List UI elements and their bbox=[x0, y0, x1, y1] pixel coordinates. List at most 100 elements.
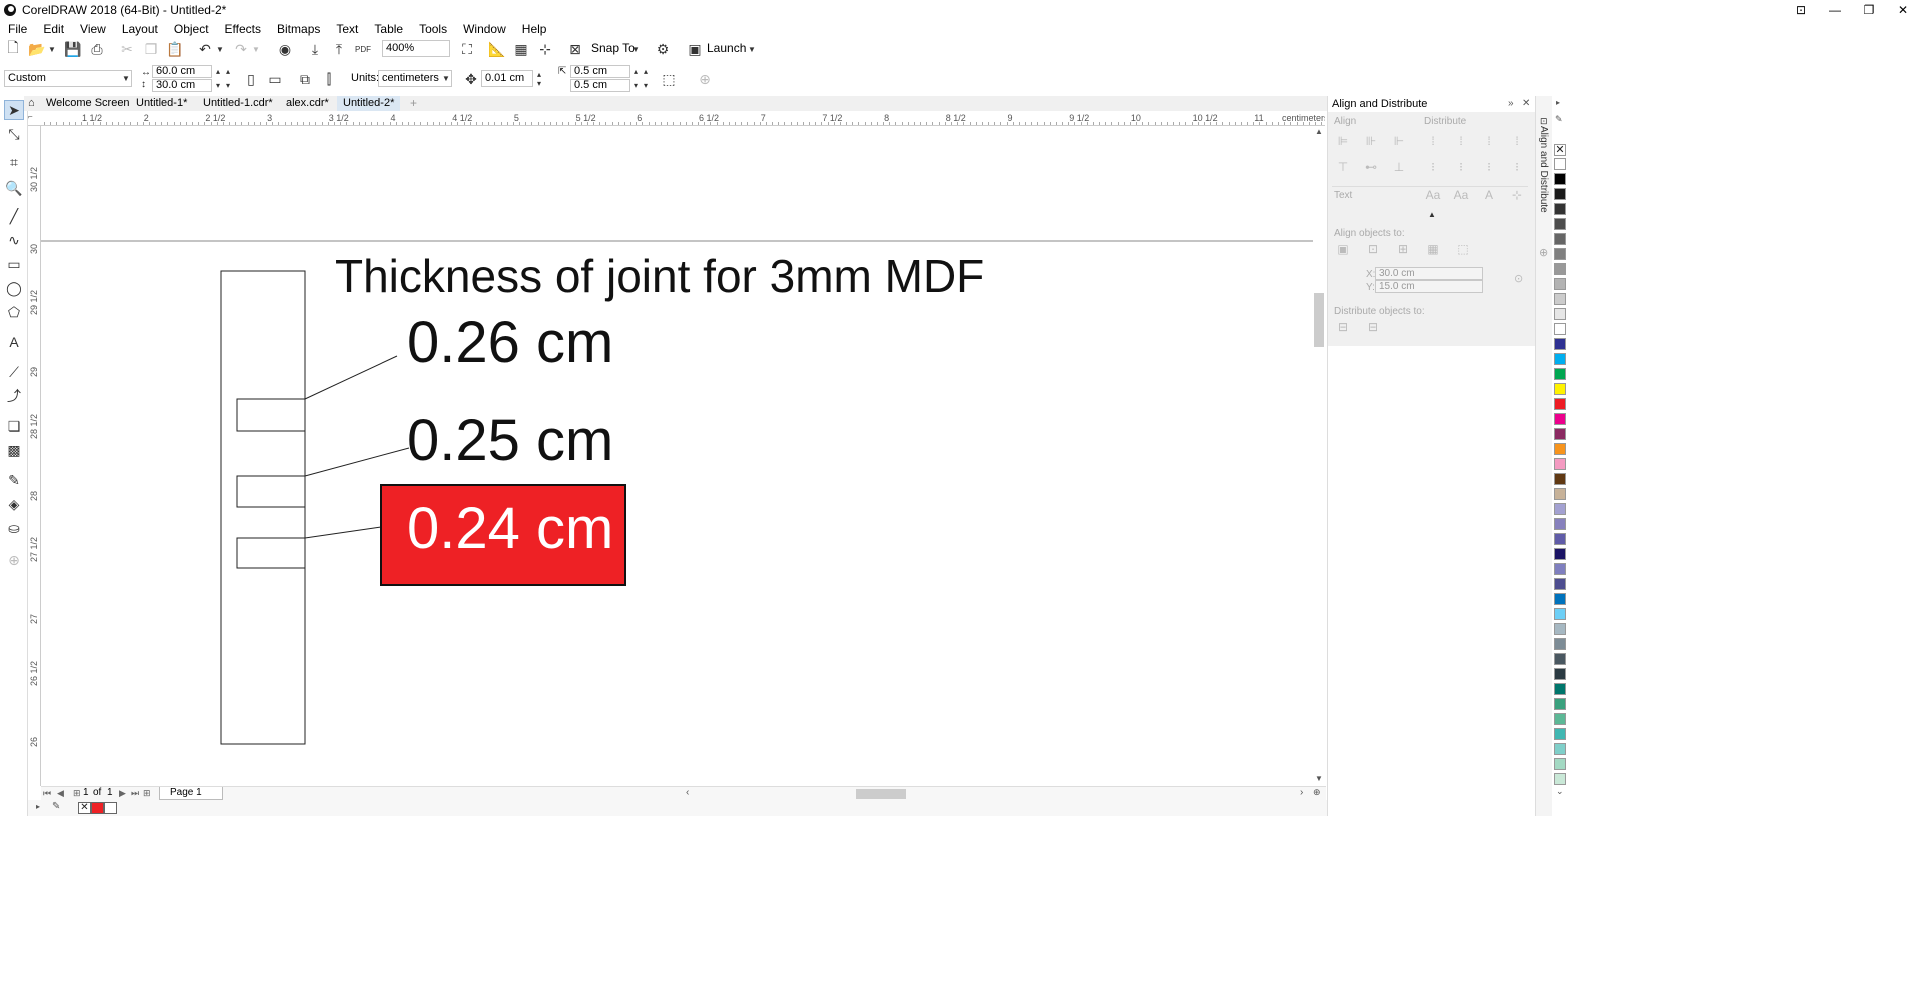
shape-tool-icon[interactable]: ⤡ bbox=[4, 124, 24, 144]
text-bounding-box-icon[interactable]: A bbox=[1480, 186, 1498, 204]
transparency-tool-icon[interactable]: ▩ bbox=[4, 440, 24, 460]
dimension-tool-icon[interactable]: ⟋ bbox=[4, 362, 24, 382]
menu-edit[interactable]: Edit bbox=[35, 22, 72, 36]
open-dropdown-icon[interactable]: ▼ bbox=[48, 44, 56, 54]
menu-help[interactable]: Help bbox=[514, 22, 555, 36]
print-icon[interactable]: ⎙ bbox=[88, 40, 106, 58]
joint-slot-1[interactable] bbox=[236, 398, 306, 432]
palette-swatch[interactable] bbox=[1554, 488, 1566, 500]
palette-swatch[interactable] bbox=[1554, 308, 1566, 320]
page-preset-dropdown-icon[interactable]: ▼ bbox=[122, 73, 130, 83]
next-page-icon[interactable]: ▶ bbox=[119, 788, 126, 799]
ellipse-tool-icon[interactable]: ◯ bbox=[4, 278, 24, 298]
all-pages-icon[interactable]: ⧉ bbox=[296, 70, 314, 88]
paste-icon[interactable]: 📋 bbox=[166, 40, 184, 58]
add-docker-plus-icon[interactable]: ⊕ bbox=[1539, 246, 1548, 259]
palette-swatch[interactable] bbox=[1554, 323, 1566, 335]
no-color-swatch-icon[interactable]: ✕ bbox=[1554, 144, 1566, 156]
polygon-tool-icon[interactable]: ⬠ bbox=[4, 302, 24, 322]
palette-swatch[interactable] bbox=[1554, 623, 1566, 635]
scroll-left-icon[interactable]: ‹ bbox=[686, 787, 689, 798]
snap-to-button[interactable]: Snap To bbox=[591, 41, 635, 55]
show-grid-icon[interactable]: ▦ bbox=[512, 40, 530, 58]
page-width-field[interactable]: 60.0 cm bbox=[152, 65, 212, 78]
palette-swatch[interactable] bbox=[1554, 458, 1566, 470]
portrait-icon[interactable]: ▯ bbox=[242, 70, 260, 88]
width-spinner-icon[interactable]: ▴ bbox=[214, 66, 222, 76]
show-rulers-icon[interactable]: 📐 bbox=[488, 40, 506, 58]
palette-swatch[interactable] bbox=[1554, 548, 1566, 560]
redo-icon[interactable]: ↷ bbox=[232, 40, 250, 58]
palette-swatch[interactable] bbox=[1554, 233, 1566, 245]
horizontal-ruler[interactable]: 1 1/2 2 2 1/2 3 3 1/2 4 4 1/2 5 5 1/2 6 6 1/2 7 7 1/… bbox=[40, 112, 1325, 126]
nudge-down-icon[interactable]: ▾ bbox=[535, 78, 543, 88]
scroll-down-icon[interactable]: ▼ bbox=[1315, 774, 1323, 783]
palette-swatch[interactable] bbox=[1554, 443, 1566, 455]
drop-shadow-tool-icon[interactable]: ❏ bbox=[4, 416, 24, 436]
palette-swatch[interactable] bbox=[1554, 218, 1566, 230]
palette-swatch[interactable] bbox=[1554, 158, 1566, 170]
vertical-scroll-thumb[interactable] bbox=[1314, 293, 1324, 347]
joint-slot-2[interactable] bbox=[236, 475, 306, 508]
tab-untitled-1-cdr[interactable]: Untitled-1.cdr* bbox=[197, 96, 279, 111]
treat-as-filled-icon[interactable]: ⬚ bbox=[660, 70, 678, 88]
palette-swatch[interactable] bbox=[1554, 503, 1566, 515]
rectangle-tool-icon[interactable]: ▭ bbox=[4, 254, 24, 274]
expand-status-icon[interactable]: ▸ bbox=[36, 802, 40, 811]
export-icon[interactable]: ⤒ bbox=[330, 40, 348, 58]
leader-line-2[interactable] bbox=[304, 447, 410, 477]
align-y-field[interactable]: 15.0 cm bbox=[1375, 280, 1483, 293]
units-select[interactable]: centimeters bbox=[378, 70, 452, 87]
palette-swatch[interactable] bbox=[1554, 638, 1566, 650]
horizontal-scroll-thumb[interactable] bbox=[856, 789, 906, 799]
current-page-icon[interactable]: ⫿ bbox=[320, 70, 338, 88]
distribute-left-icon[interactable]: ⁞ bbox=[1424, 132, 1442, 150]
menu-table[interactable]: Table bbox=[366, 22, 411, 36]
palette-swatch[interactable] bbox=[1554, 278, 1566, 290]
restore-button[interactable]: ❐ bbox=[1852, 0, 1886, 20]
distribute-center-icon[interactable]: ⁞ bbox=[1452, 132, 1470, 150]
current-page-number[interactable]: 1 bbox=[83, 787, 89, 798]
palette-scroll-down-icon[interactable]: ⌄ bbox=[1556, 786, 1564, 797]
crop-tool-icon[interactable]: ⌗ bbox=[4, 152, 24, 172]
help-pin-icon[interactable]: ⊡ bbox=[1784, 0, 1818, 20]
artistic-media-icon[interactable]: ∿ bbox=[4, 230, 24, 250]
palette-swatch[interactable] bbox=[1554, 713, 1566, 725]
menu-window[interactable]: Window bbox=[455, 22, 514, 36]
zoom-tool-icon[interactable]: 🔍 bbox=[4, 178, 24, 198]
align-top-icon[interactable]: ⊤ bbox=[1334, 158, 1352, 176]
heading-text[interactable]: Thickness of joint for 3mm MDF bbox=[335, 249, 984, 303]
palette-swatch[interactable] bbox=[1554, 173, 1566, 185]
dup-y-spinner-down-icon[interactable]: ▾ bbox=[642, 80, 650, 90]
text-outline-icon[interactable]: ⊹ bbox=[1508, 186, 1526, 204]
align-right-icon[interactable]: ⊩ bbox=[1390, 132, 1408, 150]
home-icon[interactable]: ⌂ bbox=[28, 97, 35, 109]
distribute-middle-icon[interactable]: ⁝ bbox=[1452, 158, 1470, 176]
redo-dropdown-icon[interactable]: ▼ bbox=[252, 44, 260, 54]
height-spinner-down-icon[interactable]: ▾ bbox=[224, 80, 232, 90]
menu-view[interactable]: View bbox=[72, 22, 114, 36]
palette-swatch[interactable] bbox=[1554, 683, 1566, 695]
snap-off-icon[interactable]: ⊠ bbox=[566, 40, 584, 58]
palette-swatch[interactable] bbox=[1554, 758, 1566, 770]
options-gear-icon[interactable]: ⚙ bbox=[654, 40, 672, 58]
scroll-right-icon[interactable]: › bbox=[1300, 787, 1303, 798]
palette-swatch[interactable] bbox=[1554, 578, 1566, 590]
palette-swatch[interactable] bbox=[1554, 188, 1566, 200]
menu-layout[interactable]: Layout bbox=[114, 22, 166, 36]
cut-icon[interactable]: ✂ bbox=[118, 40, 136, 58]
align-bottom-icon[interactable]: ⊥ bbox=[1390, 158, 1408, 176]
measurement-label-3[interactable]: 0.24 cm bbox=[407, 495, 613, 562]
palette-swatch[interactable] bbox=[1554, 743, 1566, 755]
distribute-bottom-icon[interactable]: ⁝ bbox=[1508, 158, 1526, 176]
tab-welcome-screen[interactable]: Welcome Screen bbox=[40, 96, 136, 111]
palette-swatch[interactable] bbox=[1554, 653, 1566, 665]
publish-pdf-icon[interactable]: PDF bbox=[354, 40, 372, 58]
import-icon[interactable]: ⤓ bbox=[306, 40, 324, 58]
dup-y-spinner-icon[interactable]: ▾ bbox=[632, 80, 640, 90]
height-spinner-icon[interactable]: ▾ bbox=[214, 80, 222, 90]
text-first-line-baseline-icon[interactable]: Aa bbox=[1424, 186, 1442, 204]
undo-dropdown-icon[interactable]: ▼ bbox=[216, 44, 224, 54]
launch-button[interactable]: Launch bbox=[707, 41, 746, 55]
save-icon[interactable]: 💾 bbox=[64, 40, 82, 58]
